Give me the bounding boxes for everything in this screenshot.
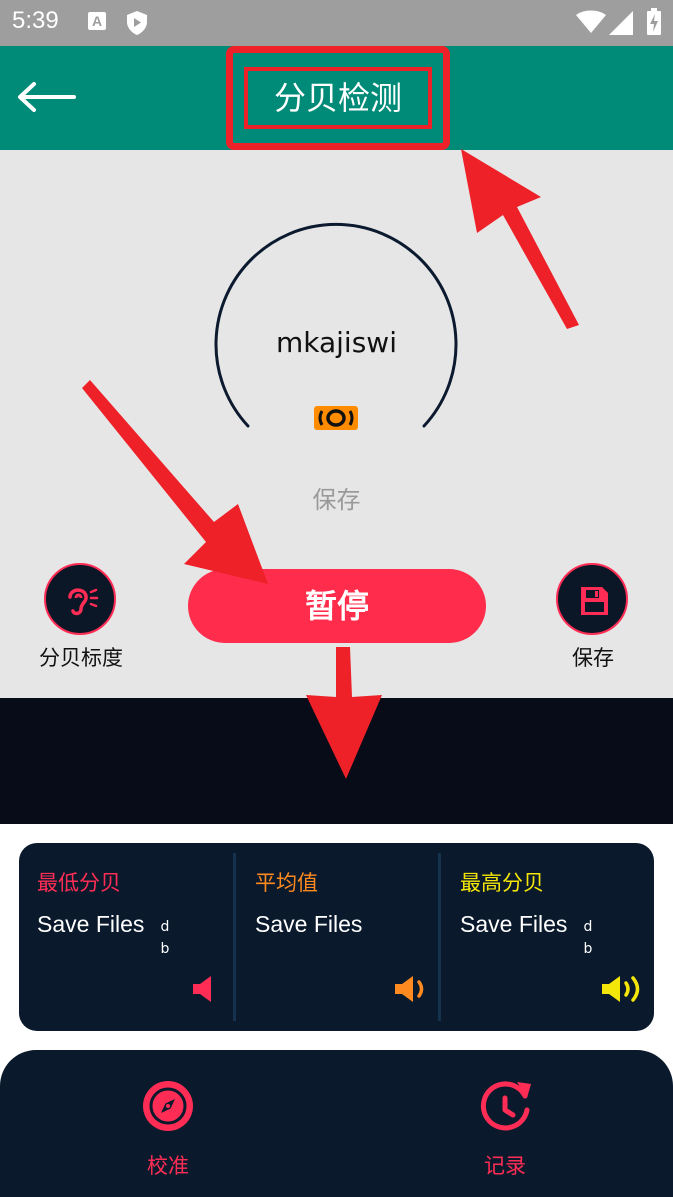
stats-card: 最低分贝 Save Files d b 平均值 Save Files 最高分贝 … xyxy=(19,843,654,1031)
stat-max-unit-bottom: b xyxy=(583,941,593,957)
accessibility-icon: A xyxy=(88,12,106,30)
save-label: 保存 xyxy=(572,646,614,670)
stat-min: 最低分贝 Save Files d b xyxy=(19,843,234,1031)
stat-avg-value: Save Files xyxy=(255,911,363,937)
stat-avg: 平均值 Save Files xyxy=(237,843,437,1031)
annotation-arrow-down-right xyxy=(82,380,268,584)
stat-min-label: 最低分贝 xyxy=(37,871,121,895)
decibel-scale-label: 分贝标度 xyxy=(39,646,123,670)
stat-divider xyxy=(438,853,441,1021)
status-bar: 5:39 A xyxy=(0,0,673,46)
battery-icon xyxy=(647,8,661,35)
nav-calibrate-label: 校准 xyxy=(147,1154,189,1178)
nav-history[interactable]: 记录 xyxy=(425,1050,585,1197)
title-highlight-inner: 分贝检测 xyxy=(244,67,432,129)
back-arrow-icon[interactable] xyxy=(16,80,76,114)
shield-icon xyxy=(127,11,147,35)
page-title: 分贝检测 xyxy=(273,79,402,117)
volume-low-icon xyxy=(395,976,424,1002)
stat-min-unit-top: d xyxy=(160,919,170,935)
status-time: 5:39 xyxy=(12,7,59,34)
stat-max: 最高分贝 Save Files d b xyxy=(442,843,654,1031)
signal-icon xyxy=(609,11,633,35)
stat-max-unit-top: d xyxy=(583,919,593,935)
compass-icon xyxy=(143,1081,193,1131)
stat-max-label: 最高分贝 xyxy=(460,871,544,895)
wifi-icon xyxy=(576,10,606,33)
stat-max-value: Save Files xyxy=(460,911,568,937)
bottom-nav: 校准 记录 xyxy=(0,1050,673,1197)
save-button[interactable] xyxy=(556,563,628,635)
app-bar: 分贝检测 xyxy=(0,46,673,150)
stat-divider xyxy=(233,853,236,1021)
vibrate-icon xyxy=(314,406,358,430)
stat-min-unit-bottom: b xyxy=(160,941,170,957)
stat-min-value: Save Files xyxy=(37,911,145,937)
volume-high-icon xyxy=(602,976,640,1002)
volume-mute-icon xyxy=(193,976,211,1002)
history-icon xyxy=(480,1081,531,1131)
annotation-arrow-down xyxy=(306,647,382,779)
nav-history-label: 记录 xyxy=(484,1154,526,1178)
stat-avg-label: 平均值 xyxy=(255,871,318,895)
floppy-disk-icon xyxy=(581,587,608,615)
annotation-arrow-up xyxy=(461,149,579,329)
title-highlight-box: 分贝检测 xyxy=(226,46,450,150)
nav-calibrate[interactable]: 校准 xyxy=(88,1050,248,1197)
